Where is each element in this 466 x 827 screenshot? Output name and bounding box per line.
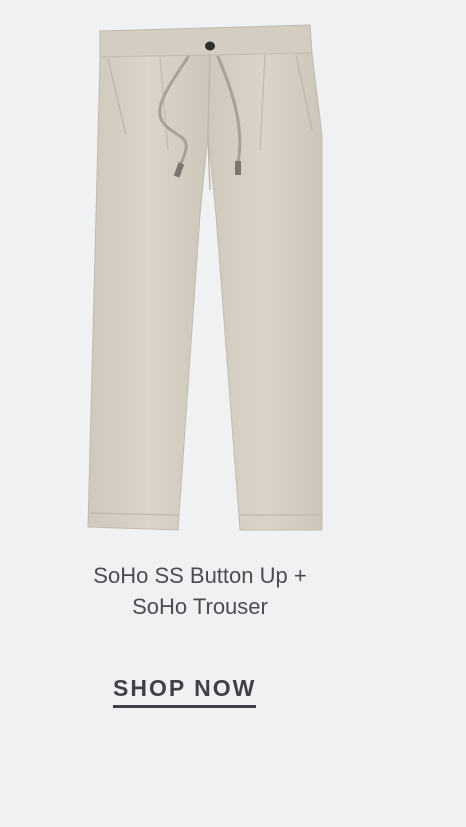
product-title-line-1: SoHo SS Button Up + [93, 563, 307, 588]
product-title: SoHo SS Button Up + SoHo Trouser [0, 560, 400, 622]
product-card: SoHo SS Button Up + SoHo Trouser SHOP NO… [0, 0, 466, 827]
waistband [99, 24, 313, 58]
waist-button [205, 41, 215, 51]
left-leg [87, 54, 211, 531]
shop-now-link[interactable]: SHOP NOW [113, 675, 257, 708]
right-leg [207, 52, 323, 531]
product-image-trousers[interactable] [60, 15, 410, 545]
product-title-line-2: SoHo Trouser [132, 594, 268, 619]
